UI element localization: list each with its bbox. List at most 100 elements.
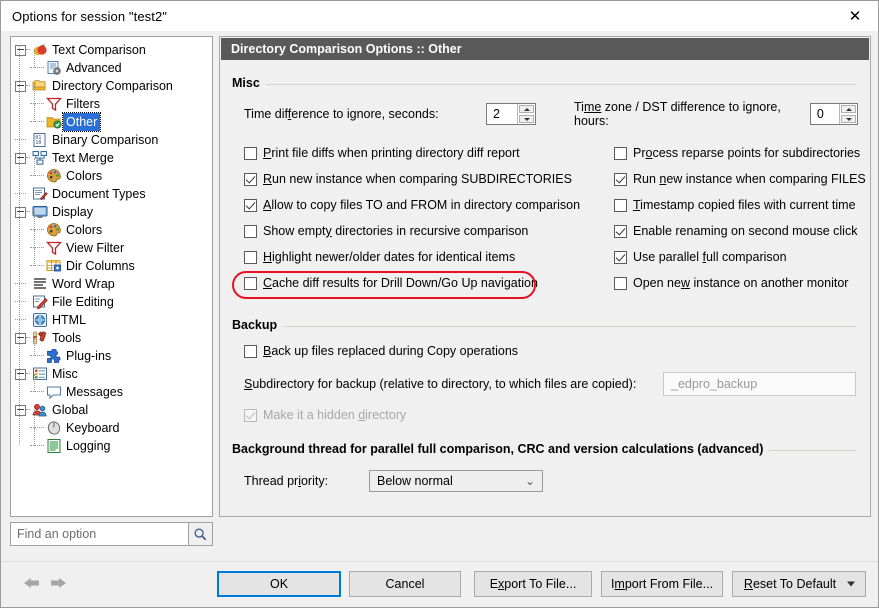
- options-dialog: Options for session "test2" ✕ Text Compa…: [0, 0, 879, 608]
- tree-guide-line: [34, 338, 35, 356]
- arrow-left-icon[interactable]: [23, 576, 41, 590]
- backup-files-checkbox-row[interactable]: Back up files replaced during Copy opera…: [244, 344, 870, 358]
- import-from-file-button[interactable]: Import From File...: [601, 571, 723, 597]
- reset-to-default-button[interactable]: Reset To Default: [732, 571, 866, 597]
- timezone-spin-down[interactable]: [841, 115, 856, 123]
- sidebar-item-misc[interactable]: Misc: [11, 365, 212, 383]
- misc-left-checkbox-row-3[interactable]: Show empty directories in recursive comp…: [244, 218, 614, 244]
- sidebar-item-text-merge[interactable]: Text Merge: [11, 149, 212, 167]
- misc-left-checkbox-4[interactable]: [244, 250, 257, 264]
- sidebar-item-view-filter[interactable]: View Filter: [11, 239, 212, 257]
- thread-priority-select[interactable]: Below normal ⌄: [369, 470, 543, 492]
- misc-right-checkbox-2[interactable]: [614, 198, 627, 212]
- time-diff-input[interactable]: [487, 104, 517, 124]
- funnel-icon: [46, 240, 62, 256]
- sidebar-item-other[interactable]: Other: [11, 112, 212, 132]
- misc-right-checkbox-row-4[interactable]: Use parallel full comparison: [614, 244, 870, 270]
- options-tree[interactable]: Text Comparison Advanced Directory Compari…: [10, 36, 213, 517]
- sidebar-item-label: Keyboard: [66, 421, 120, 435]
- misc-left-checkbox-2[interactable]: [244, 198, 257, 212]
- time-diff-spin-up[interactable]: [519, 105, 534, 113]
- misc-right-checkbox-3[interactable]: [614, 224, 627, 238]
- misc-right-checkbox-5[interactable]: [614, 276, 627, 290]
- triangle-down-icon: [845, 117, 852, 121]
- search-input[interactable]: Find an option: [10, 522, 189, 546]
- misc-left-checkbox-row-2[interactable]: Allow to copy files TO and FROM in direc…: [244, 192, 614, 218]
- columns-icon: [46, 258, 62, 274]
- misc-right-checkbox-row-5[interactable]: Open new instance on another monitor: [614, 270, 870, 296]
- sidebar-item-colors[interactable]: Colors: [11, 221, 212, 239]
- sidebar-item-messages[interactable]: Messages: [11, 383, 212, 401]
- sidebar-item-label: Messages: [66, 385, 123, 399]
- chevron-down-icon[interactable]: [847, 581, 855, 587]
- time-diff-spin-down[interactable]: [519, 115, 534, 123]
- backup-files-checkbox[interactable]: [244, 344, 257, 358]
- misc-right-checkbox-row-2[interactable]: Timestamp copied files with current time: [614, 192, 870, 218]
- sidebar-item-word-wrap[interactable]: Word Wrap: [11, 275, 212, 293]
- sidebar-item-directory-comparison[interactable]: Directory Comparison: [11, 77, 212, 95]
- tree-expander-icon[interactable]: [15, 404, 26, 416]
- close-icon: ✕: [848, 6, 862, 25]
- panel-header: Directory Comparison Options :: Other: [221, 38, 869, 60]
- sidebar-item-global[interactable]: Global: [11, 401, 212, 419]
- misc-left-checkbox-1[interactable]: [244, 172, 257, 186]
- misc-right-checkbox-4[interactable]: [614, 250, 627, 264]
- nav-arrows[interactable]: [23, 576, 67, 590]
- tree-expander-icon[interactable]: [15, 332, 26, 344]
- sidebar-item-plug-ins[interactable]: Plug-ins: [11, 347, 212, 365]
- sidebar-item-tools[interactable]: Tools: [11, 329, 212, 347]
- pencil-icon: [32, 294, 48, 310]
- sidebar-item-display[interactable]: Display: [11, 203, 212, 221]
- time-diff-spin-buttons[interactable]: [517, 104, 535, 124]
- sidebar-item-text-comparison[interactable]: Text Comparison: [11, 41, 212, 59]
- misc-right-checkbox-row-0[interactable]: Process reparse points for subdirectorie…: [614, 140, 870, 166]
- subdir-input[interactable]: _edpro_backup: [663, 372, 856, 396]
- tree-expander-icon[interactable]: [15, 152, 26, 164]
- sidebar-item-file-editing[interactable]: File Editing: [11, 293, 212, 311]
- sidebar-item-dir-columns[interactable]: Dir Columns: [11, 257, 212, 275]
- misc-right-checkbox-row-3[interactable]: Enable renaming on second mouse click: [614, 218, 870, 244]
- timezone-spin-buttons[interactable]: [839, 104, 857, 124]
- sidebar-item-filters[interactable]: Filters: [11, 95, 212, 113]
- sidebar-item-document-types[interactable]: Document Types: [11, 185, 212, 203]
- search-button[interactable]: [189, 522, 213, 546]
- timezone-spin-up[interactable]: [841, 105, 856, 113]
- sidebar-item-html[interactable]: HTML: [11, 311, 212, 329]
- tree-expander-icon[interactable]: [15, 80, 26, 92]
- sidebar-item-keyboard[interactable]: Keyboard: [11, 419, 212, 437]
- sidebar-item-logging[interactable]: Logging: [11, 437, 212, 455]
- tree-guide-line: [34, 374, 35, 392]
- tree-expander-icon[interactable]: [15, 44, 26, 56]
- sidebar-item-advanced[interactable]: Advanced: [11, 59, 212, 77]
- misc-left-checkbox-row-0[interactable]: Print file diffs when printing directory…: [244, 140, 614, 166]
- backup-checkbox-row[interactable]: Back up files replaced during Copy opera…: [220, 344, 870, 358]
- sidebar-item-label: Dir Columns: [66, 259, 135, 273]
- misc-right-checkbox-row-1[interactable]: Run new instance when comparing FILES: [614, 166, 870, 192]
- cancel-button[interactable]: Cancel: [349, 571, 461, 597]
- time-diff-spinner[interactable]: [486, 103, 536, 125]
- timezone-input[interactable]: [810, 104, 839, 124]
- sidebar-item-label: Display: [52, 205, 93, 219]
- sidebar-item-label: Global: [52, 403, 89, 417]
- misc-left-checkbox-row-1[interactable]: Run new instance when comparing SUBDIREC…: [244, 166, 614, 192]
- thread-priority-label: Thread priority:: [244, 474, 329, 488]
- timezone-spinner[interactable]: [809, 103, 858, 125]
- arrow-right-icon[interactable]: [49, 576, 67, 590]
- misc-right-checkbox-1[interactable]: [614, 172, 627, 186]
- close-button[interactable]: ✕: [832, 1, 878, 31]
- wordwrap-icon: [32, 276, 48, 292]
- sidebar-item-binary-comparison[interactable]: 01 10 Binary Comparison: [11, 131, 212, 149]
- find-option-bar[interactable]: Find an option: [10, 522, 213, 546]
- misc-left-checkbox-row-5[interactable]: Cache diff results for Drill Down/Go Up …: [244, 270, 614, 296]
- export-to-file-button[interactable]: Export To File...: [474, 571, 592, 597]
- misc-right-checkbox-0[interactable]: [614, 146, 627, 160]
- ok-button[interactable]: OK: [217, 571, 341, 597]
- misc-left-checkbox-0[interactable]: [244, 146, 257, 160]
- misc-left-checkbox-row-4[interactable]: Highlight newer/older dates for identica…: [244, 244, 614, 270]
- tree-expander-icon[interactable]: [15, 368, 26, 380]
- sidebar-item-colors[interactable]: Colors: [11, 167, 212, 185]
- hidden-dir-row: Make it a hidden directory: [220, 408, 870, 422]
- misc-left-checkbox-3[interactable]: [244, 224, 257, 238]
- tree-expander-icon[interactable]: [15, 206, 26, 218]
- misc-left-checkbox-5[interactable]: [244, 276, 257, 290]
